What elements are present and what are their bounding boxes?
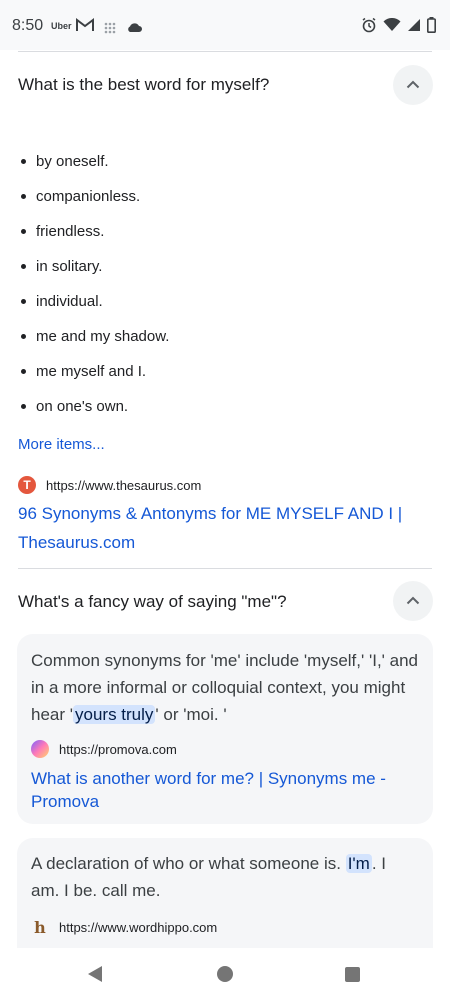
result-title-link[interactable]: 96 Synonyms & Antonyms for ME MYSELF AND… [18, 499, 418, 557]
cloud-icon [126, 20, 142, 38]
signal-icon [407, 18, 421, 37]
list-item: by oneself. [18, 144, 169, 179]
list-item: on one's own. [18, 389, 169, 424]
faq-question-fancy-me[interactable]: What's a fancy way of saying "me"? [18, 592, 287, 612]
list-item: individual. [18, 284, 169, 319]
uber-icon: Uber [51, 21, 72, 31]
back-icon[interactable] [87, 965, 103, 988]
status-bar: 8:50 Uber [0, 0, 450, 50]
wordhippo-favicon-icon: h [34, 917, 46, 937]
recents-icon[interactable] [345, 967, 360, 982]
gmail-icon [76, 18, 94, 37]
answer-snippet: Common synonyms for 'me' include 'myself… [31, 651, 418, 724]
divider [18, 51, 432, 52]
grid-icon [104, 21, 116, 39]
source-row-thesaurus[interactable]: T https://www.thesaurus.com [18, 476, 201, 494]
synonym-list: by oneself. companionless. friendless. i… [18, 144, 169, 424]
source-url: https://www.wordhippo.com [59, 919, 218, 935]
chevron-up-icon [406, 592, 420, 610]
answer-card-promova[interactable]: Common synonyms for 'me' include 'myself… [17, 634, 433, 824]
list-item: me myself and I. [18, 354, 169, 389]
status-time: 8:50 [12, 17, 44, 34]
thesaurus-favicon-icon: T [18, 476, 36, 494]
list-item: companionless. [18, 179, 169, 214]
source-row-wordhippo[interactable]: h https://www.wordhippo.com [31, 917, 218, 937]
alarm-icon [361, 17, 377, 38]
collapse-button[interactable] [393, 581, 433, 621]
answer-snippet: A declaration of who or what someone is.… [31, 854, 386, 900]
collapse-button[interactable] [393, 65, 433, 105]
wifi-icon [383, 17, 401, 37]
list-item: me and my shadow. [18, 319, 169, 354]
more-items-link[interactable]: More items... [18, 436, 105, 453]
source-url: https://promova.com [59, 741, 177, 757]
chevron-up-icon [406, 76, 420, 94]
divider [18, 568, 432, 569]
home-icon[interactable] [217, 966, 233, 982]
faq-question-best-word[interactable]: What is the best word for myself? [18, 75, 269, 95]
source-row-promova[interactable]: https://promova.com [31, 740, 177, 758]
snippet-highlight: I'm [345, 854, 372, 873]
list-item: friendless. [18, 214, 169, 249]
result-title-link[interactable]: What is another word for me? | Synonyms … [31, 767, 419, 813]
system-nav-bar [0, 948, 450, 1000]
promova-favicon-icon [31, 740, 49, 758]
list-item: in solitary. [18, 249, 169, 284]
snippet-highlight: yours truly [73, 705, 156, 724]
battery-icon [427, 17, 437, 38]
source-url: https://www.thesaurus.com [46, 477, 202, 493]
